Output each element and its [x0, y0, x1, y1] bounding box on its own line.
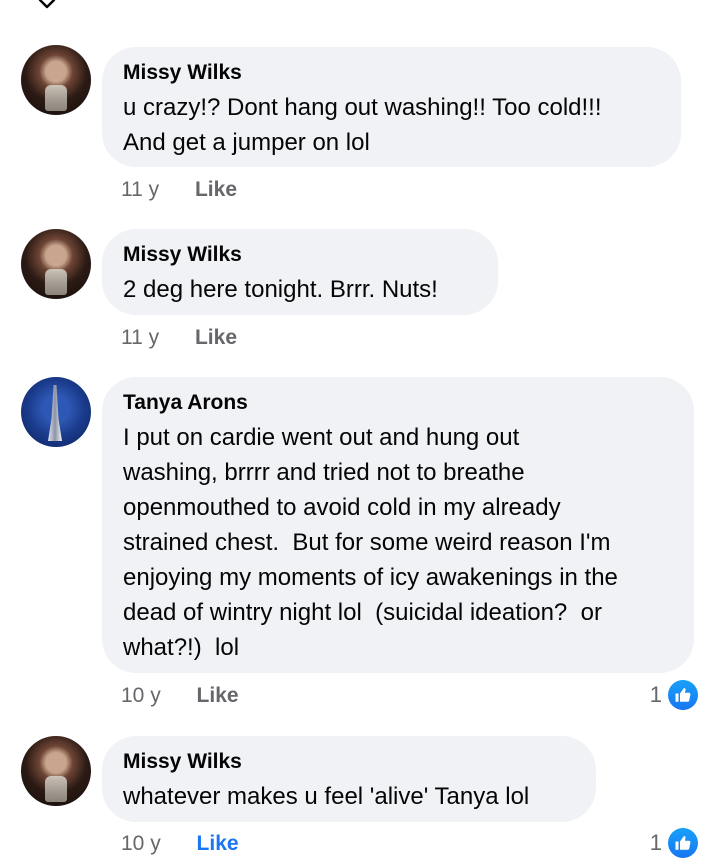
- comment-bubble: Missy Wilks whatever makes u feel 'alive…: [102, 736, 596, 822]
- like-button[interactable]: Like: [195, 326, 237, 349]
- comment-bubble: Missy Wilks 2 deg here tonight. Brrr. Nu…: [102, 229, 498, 315]
- comment-author[interactable]: Tanya Arons: [123, 390, 674, 416]
- comment-actions: 11 y Like: [121, 178, 237, 202]
- comment-actions: 10 y Like: [121, 832, 239, 856]
- comment-bubble: Missy Wilks u crazy!? Dont hang out wash…: [102, 47, 681, 167]
- comment-actions: 10 y Like: [121, 684, 239, 708]
- comment-author[interactable]: Missy Wilks: [123, 242, 478, 268]
- thumbs-up-icon: [668, 680, 698, 710]
- avatar[interactable]: [21, 45, 91, 115]
- reaction-count[interactable]: 1: [650, 828, 698, 858]
- like-button[interactable]: Like: [195, 178, 237, 201]
- chevron-down-icon[interactable]: [34, 0, 60, 16]
- avatar[interactable]: [21, 736, 91, 806]
- comment-author[interactable]: Missy Wilks: [123, 60, 661, 86]
- reaction-count-value: 1: [649, 830, 662, 855]
- reaction-count[interactable]: 1: [650, 680, 698, 710]
- reaction-count-value: 1: [649, 682, 662, 707]
- thumbs-up-icon: [668, 828, 698, 858]
- comment-timestamp[interactable]: 11 y: [121, 326, 159, 349]
- avatar[interactable]: [21, 229, 91, 299]
- comment-bubble: Tanya Arons I put on cardie went out and…: [102, 377, 694, 673]
- like-button[interactable]: Like: [197, 684, 239, 707]
- comment-text: u crazy!? Dont hang out washing!! Too co…: [123, 94, 602, 156]
- avatar[interactable]: [21, 377, 91, 447]
- like-button[interactable]: Like: [197, 832, 239, 855]
- comment-text: I put on cardie went out and hung out wa…: [123, 424, 618, 661]
- comment-text: whatever makes u feel 'alive' Tanya lol: [123, 783, 530, 810]
- comment-timestamp[interactable]: 11 y: [121, 178, 159, 201]
- comment-timestamp[interactable]: 10 y: [121, 684, 161, 707]
- comment-actions: 11 y Like: [121, 326, 237, 350]
- comment-text: 2 deg here tonight. Brrr. Nuts!: [123, 276, 438, 303]
- comment-timestamp[interactable]: 10 y: [121, 832, 161, 855]
- comment-author[interactable]: Missy Wilks: [123, 749, 576, 775]
